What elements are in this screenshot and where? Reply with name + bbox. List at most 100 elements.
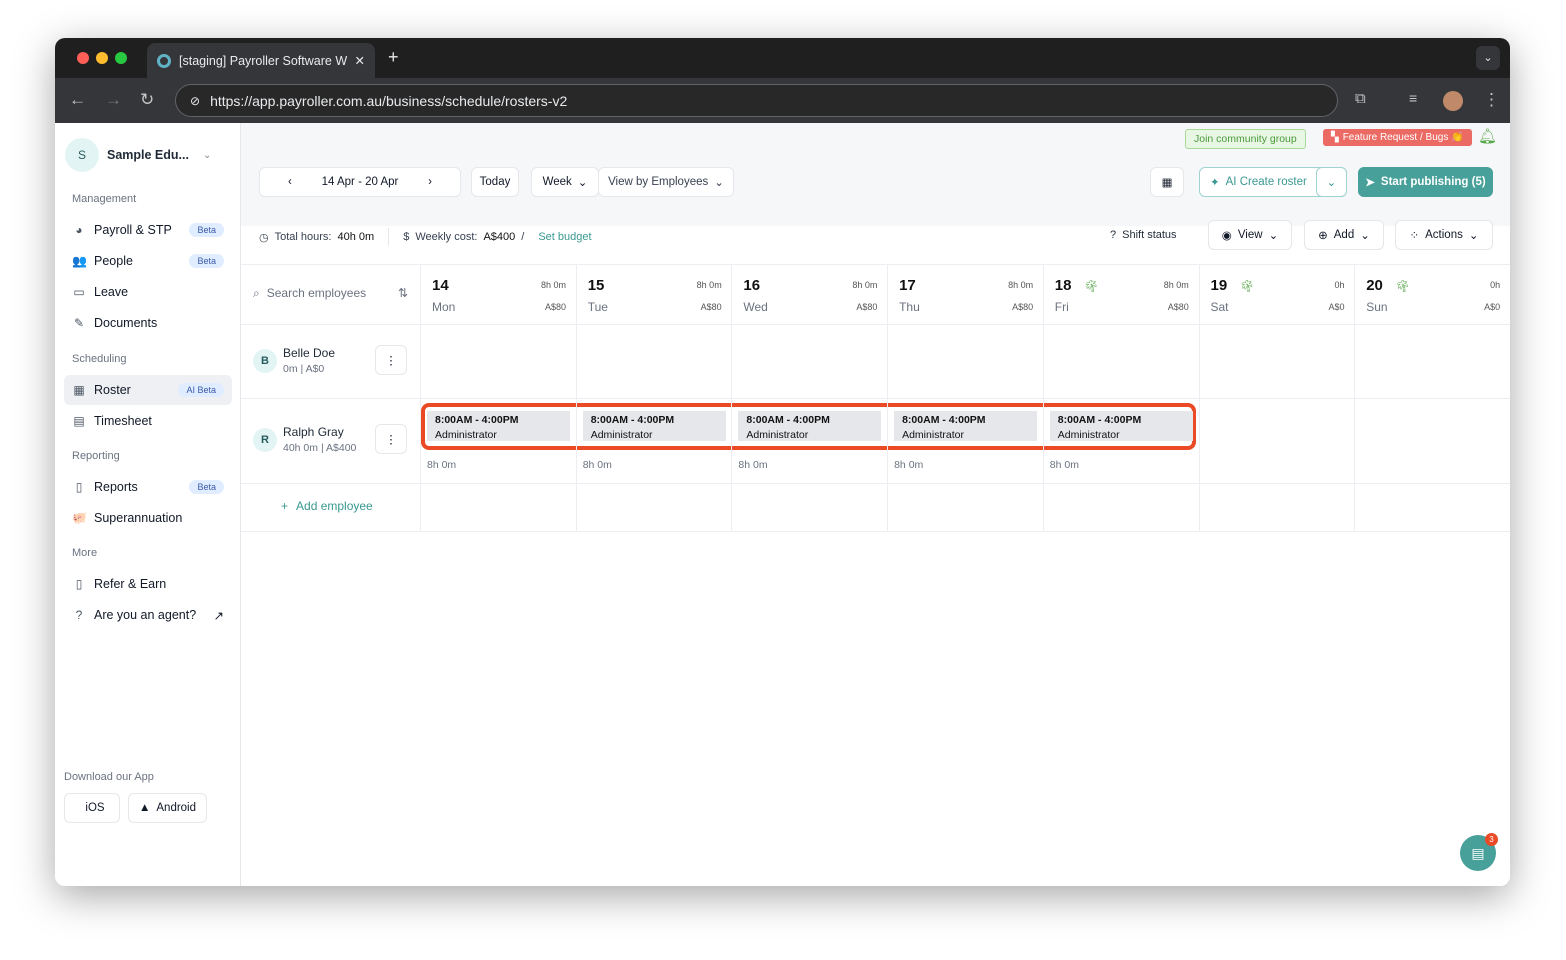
- add-employee-button[interactable]: + Add employee: [281, 499, 373, 513]
- new-tab-icon[interactable]: +: [388, 47, 399, 68]
- reload-icon[interactable]: ↻: [140, 90, 154, 110]
- day-column: 14 Mon 8h 0m A$80 8:00AM - 4:00PM Administrat…: [420, 264, 576, 531]
- start-publishing-button[interactable]: ➤ Start publishing (5): [1358, 167, 1493, 197]
- forward-icon[interactable]: →: [105, 90, 122, 110]
- view-button[interactable]: ◉ View ⌄: [1208, 220, 1292, 250]
- employee-name[interactable]: Ralph Gray: [283, 425, 344, 439]
- item-label: People: [94, 254, 133, 268]
- section-scheduling: Scheduling: [72, 353, 127, 365]
- total-hours-value: 40h 0m: [337, 231, 375, 243]
- period-label: Week: [542, 176, 572, 188]
- calendar-button[interactable]: ▦: [1150, 167, 1184, 197]
- set-budget-link[interactable]: Set budget: [538, 231, 591, 243]
- search-employees-input[interactable]: ⌕ Search employees ⇅: [253, 286, 408, 301]
- shift-time: 8:00AM - 4:00PM: [746, 414, 830, 426]
- sidebar-item-refer[interactable]: ▯ Refer & Earn: [64, 569, 232, 599]
- employee-summary: 0m | A$0: [283, 363, 325, 375]
- shift-card[interactable]: 8:00AM - 4:00PM Administrator: [582, 411, 726, 441]
- item-label: Documents: [94, 316, 158, 330]
- beta-badge: Beta: [189, 223, 224, 237]
- close-tab-icon[interactable]: ✕: [355, 53, 365, 68]
- shift-total: 8h 0m: [1049, 459, 1079, 471]
- feature-label: Feature Request / Bugs 👏: [1342, 132, 1464, 143]
- android-icon: ▲: [138, 802, 151, 814]
- sidebar-item-payroll[interactable]: ◕ Payroll & STP Beta: [64, 215, 232, 245]
- shift-card[interactable]: 8:00AM - 4:00PM Administrator: [427, 411, 570, 441]
- shift-card[interactable]: 8:00AM - 4:00PM Administrator: [738, 411, 882, 441]
- maximize-window-button[interactable]: [115, 52, 127, 64]
- weekly-cost-value: A$400: [483, 231, 516, 243]
- tab-search-icon[interactable]: ⌄: [1476, 46, 1500, 70]
- menu-icon[interactable]: ⋮: [1483, 90, 1500, 110]
- ai-create-dropdown[interactable]: ⌄: [1316, 167, 1347, 197]
- sidebar-item-roster[interactable]: ▦ Roster AI Beta: [64, 375, 232, 405]
- sidebar-item-timesheet[interactable]: ▤ Timesheet: [64, 406, 232, 436]
- sidebar-item-documents[interactable]: ✎ Documents: [64, 308, 232, 338]
- sort-icon[interactable]: ⇅: [398, 286, 408, 301]
- day-cost: A$0: [1484, 302, 1501, 312]
- notification-badge: 3: [1485, 833, 1498, 846]
- shift-card[interactable]: 8:00AM - 4:00PM Administrator: [1049, 411, 1193, 441]
- chat-button[interactable]: ▤ 3: [1460, 833, 1498, 871]
- org-switcher[interactable]: S Sample Edu... ⌄: [65, 138, 211, 172]
- sidebar-item-leave[interactable]: ▭ Leave: [64, 277, 232, 307]
- shift-card[interactable]: 8:00AM - 4:00PM Administrator: [894, 411, 1038, 441]
- bell-icon[interactable]: 🔔︎: [1478, 127, 1497, 145]
- feature-request-button[interactable]: ▚ Feature Request / Bugs 👏: [1323, 129, 1472, 146]
- shift-status-button[interactable]: ? Shift status: [1110, 229, 1177, 241]
- profile-avatar[interactable]: [1443, 91, 1463, 111]
- today-button[interactable]: Today: [471, 167, 519, 197]
- employee-menu-button[interactable]: ⋮: [375, 345, 407, 375]
- sidebar-item-agent[interactable]: ? Are you an agent? ↗: [64, 600, 232, 630]
- plus-icon: +: [281, 499, 289, 513]
- download-app-label: Download our App: [64, 771, 154, 783]
- sidebar-item-superannuation[interactable]: 🐖 Superannuation: [64, 503, 232, 533]
- day-number: 20: [1366, 277, 1383, 294]
- address-bar: ← → ↻ ⊘ https://app.payroller.com.au/busi…: [55, 78, 1510, 123]
- view-by-select[interactable]: View by Employees ⌄: [598, 167, 734, 197]
- day-hours: 0h: [1490, 280, 1501, 290]
- sidebar-item-reports[interactable]: ▯ Reports Beta: [64, 472, 232, 502]
- day-column: 17 Thu 8h 0m A$80 8:00AM - 4:00PM Administrat…: [887, 264, 1043, 531]
- ios-button[interactable]: iOS: [64, 793, 120, 823]
- calendar-icon: ▦: [73, 383, 85, 397]
- sidebar: S Sample Edu... ⌄ Management ◕ Payroll & …: [55, 123, 241, 886]
- date-range-label[interactable]: 14 Apr - 20 Apr: [322, 176, 399, 188]
- send-icon: ➤: [1365, 177, 1375, 189]
- day-column: 18 🌴︎ Fri 8h 0m A$80 8:00AM - 4:00PM Administr…: [1042, 264, 1199, 531]
- add-button[interactable]: ⊕ Add ⌄: [1304, 220, 1384, 250]
- media-icon[interactable]: ≡: [1409, 90, 1417, 106]
- join-community-button[interactable]: Join community group: [1185, 129, 1306, 149]
- url-field[interactable]: ⊘ https://app.payroller.com.au/business/s…: [175, 84, 1338, 117]
- day-cost: A$80: [856, 302, 878, 312]
- day-header: 14 Mon 8h 0m A$80: [421, 264, 576, 324]
- help-icon: ?: [1110, 229, 1117, 241]
- android-button[interactable]: ▲ Android: [128, 793, 207, 823]
- shift-time: 8:00AM - 4:00PM: [1057, 414, 1142, 426]
- employee-menu-button[interactable]: ⋮: [375, 424, 407, 454]
- browser-tab[interactable]: [staging] Payroller Software W ✕: [147, 43, 375, 78]
- day-number: 19: [1210, 277, 1228, 294]
- beta-badge: Beta: [189, 480, 224, 494]
- android-label: Android: [156, 802, 197, 814]
- shift-total: 8h 0m: [582, 459, 612, 471]
- back-icon[interactable]: ←: [69, 90, 86, 110]
- people-icon: 👥: [72, 254, 87, 268]
- employee-avatar: R: [253, 428, 277, 452]
- date-range-picker: ‹ 14 Apr - 20 Apr ›: [259, 167, 461, 197]
- tab-bar: [staging] Payroller Software W ✕ + ⌄: [55, 38, 1510, 78]
- prev-week-button[interactable]: ‹: [288, 176, 292, 188]
- employee-name[interactable]: Belle Doe: [283, 346, 335, 360]
- reports-icon: ▯: [75, 480, 83, 494]
- day-number: 14: [432, 277, 449, 294]
- next-week-button[interactable]: ›: [428, 176, 432, 188]
- sidebar-item-people[interactable]: 👥 People Beta: [64, 246, 232, 276]
- view-label: View: [1237, 229, 1263, 241]
- actions-button[interactable]: ⁘ Actions ⌄: [1395, 220, 1493, 250]
- item-label: Leave: [94, 285, 129, 299]
- close-window-button[interactable]: [77, 52, 89, 64]
- extensions-icon[interactable]: ⧉: [1355, 90, 1366, 107]
- shift-role: Administrator: [902, 429, 964, 441]
- minimize-window-button[interactable]: [96, 52, 108, 64]
- period-select[interactable]: Week ⌄: [531, 167, 599, 197]
